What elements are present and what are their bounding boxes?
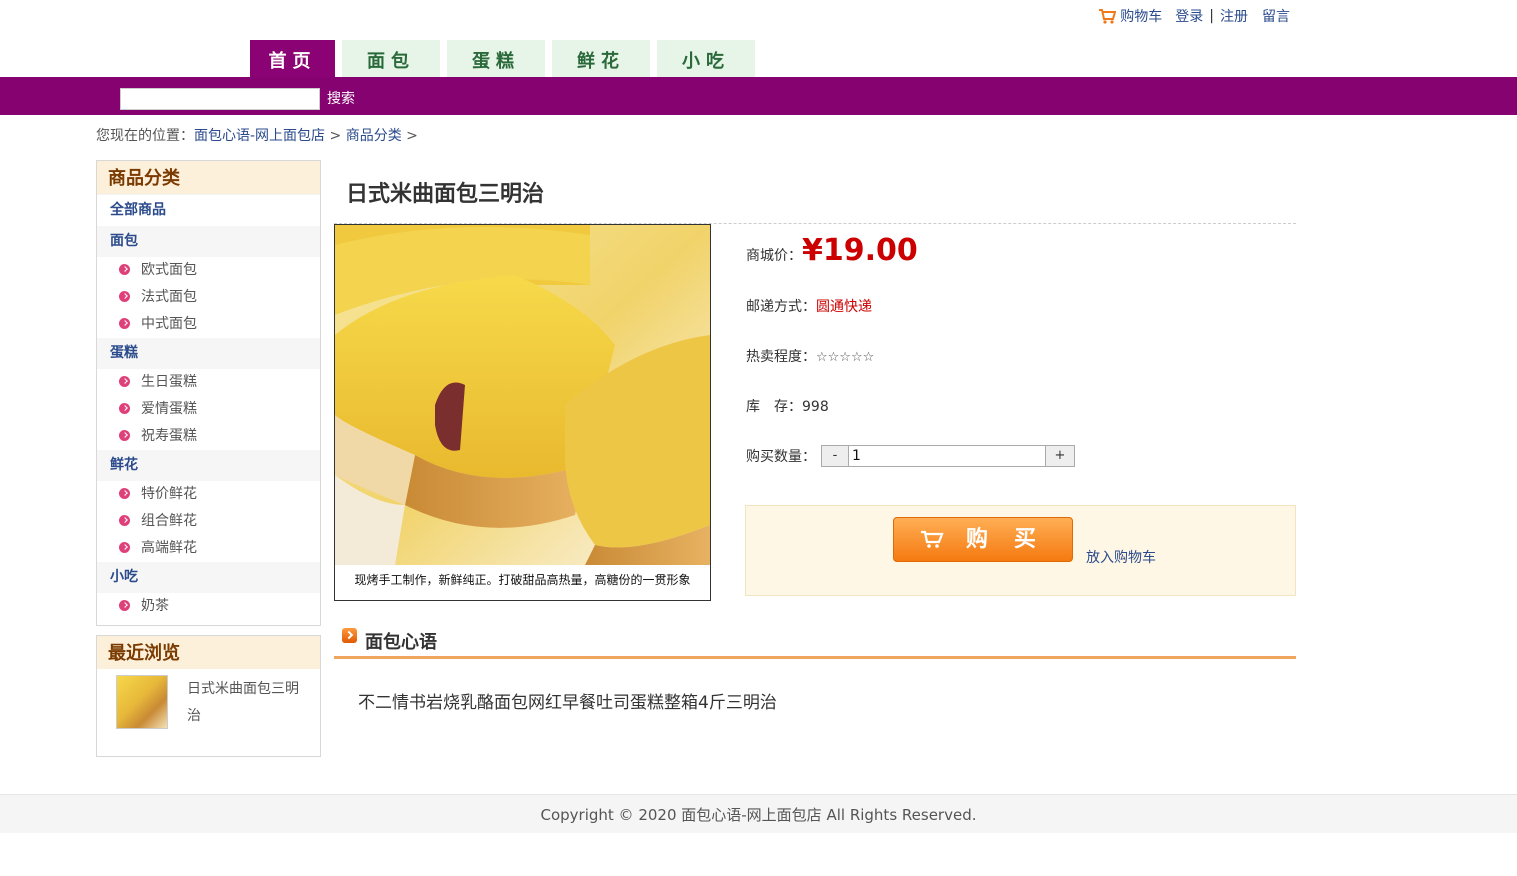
tab-cake[interactable]: 蛋糕 (447, 40, 545, 77)
product-photo (335, 225, 710, 565)
popularity-label: 热卖程度： (746, 349, 816, 365)
recent-item-thumbnail[interactable] (116, 675, 168, 729)
popularity-row: 热卖程度：☆☆☆☆☆ (746, 346, 874, 366)
category-item-label: 欧式面包 (141, 262, 197, 278)
category-item[interactable]: 欧式面包 (97, 257, 320, 284)
bullet-arrow-icon (119, 318, 130, 329)
category-item[interactable]: 爱情蛋糕 (97, 396, 320, 423)
breadcrumb-home[interactable]: 面包心语-网上面包店 (194, 128, 325, 144)
shopping-cart-icon (1099, 9, 1117, 24)
breadcrumb-separator: > (329, 128, 342, 144)
price-value: ¥19.00 (802, 233, 918, 268)
shipping-row: 邮递方式：圆通快递 (746, 296, 872, 316)
stock-value: 998 (802, 399, 829, 415)
product-title: 日式米曲面包三明治 (346, 182, 545, 207)
stock-row: 库 存：998 (746, 396, 829, 416)
buy-button-label: 购买 (966, 527, 1063, 552)
category-item-label: 高端鲜花 (141, 540, 197, 556)
login-link[interactable]: 登录 (1175, 6, 1203, 26)
breadcrumb-category[interactable]: 商品分类 (346, 128, 402, 144)
category-all[interactable]: 全部商品 (97, 194, 320, 226)
bullet-arrow-icon (119, 600, 130, 611)
category-title: 商品分类 (97, 161, 320, 194)
price-label: 商城价： (746, 248, 802, 264)
category-item-label: 爱情蛋糕 (141, 401, 197, 417)
section-title: 面包心语 (365, 632, 437, 653)
category-group-bread[interactable]: 面包 (97, 226, 320, 257)
section-arrow-icon (342, 628, 357, 643)
tab-bread[interactable]: 面包 (342, 40, 440, 77)
price-row: 商城价：¥19.00 (746, 233, 918, 268)
breadcrumb: 您现在的位置：面包心语-网上面包店 > 商品分类 > (96, 125, 418, 145)
quantity-label: 购买数量： (746, 449, 816, 465)
category-item-label: 法式面包 (141, 289, 197, 305)
category-item[interactable]: 高端鲜花 (97, 535, 320, 562)
tab-flowers[interactable]: 鲜花 (552, 40, 650, 77)
message-link[interactable]: 留言 (1262, 6, 1290, 26)
category-panel: 商品分类 全部商品 面包 欧式面包 法式面包 中式面包 蛋糕 生日蛋糕 爱情蛋糕… (96, 160, 321, 626)
category-item[interactable]: 法式面包 (97, 284, 320, 311)
recent-title: 最近浏览 (97, 636, 320, 669)
recent-item-link[interactable]: 日式米曲面包三明治 (187, 676, 312, 730)
search-input[interactable] (120, 88, 320, 110)
product-image (334, 224, 711, 601)
category-item-label: 奶茶 (141, 598, 169, 614)
category-item[interactable]: 组合鲜花 (97, 508, 320, 535)
category-item[interactable]: 奶茶 (97, 593, 320, 620)
product-image-caption: 现烤手工制作，新鲜纯正。打破甜品高热量，高糖份的一贯形象 (354, 573, 691, 587)
category-item[interactable]: 特价鲜花 (97, 481, 320, 508)
link-separator: | (1209, 8, 1214, 24)
top-links: 购物车 登录 | 注册 留言 (1098, 6, 1290, 26)
section-divider (334, 656, 1296, 659)
shipping-value: 圆通快递 (816, 299, 872, 315)
category-item-label: 祝寿蛋糕 (141, 428, 197, 444)
footer-copyright: Copyright © 2020 面包心语-网上面包店 All Rights R… (0, 794, 1517, 833)
category-item-label: 组合鲜花 (141, 513, 197, 529)
bullet-arrow-icon (119, 376, 130, 387)
cart-icon (921, 530, 944, 548)
quantity-increase-button[interactable]: + (1045, 445, 1075, 467)
product-description: 不二情书岩烧乳酪面包网红早餐吐司蛋糕整箱4斤三明治 (358, 693, 777, 713)
tab-snacks[interactable]: 小吃 (657, 40, 755, 77)
category-item[interactable]: 生日蛋糕 (97, 369, 320, 396)
bullet-arrow-icon (119, 430, 130, 441)
quantity-decrease-button[interactable]: - (821, 445, 849, 467)
breadcrumb-prefix: 您现在的位置： (96, 128, 194, 144)
category-item[interactable]: 中式面包 (97, 311, 320, 338)
breadcrumb-separator: > (406, 128, 418, 144)
tab-home[interactable]: 首页 (250, 40, 335, 77)
add-to-cart-link[interactable]: 放入购物车 (1086, 547, 1156, 567)
bullet-arrow-icon (119, 488, 130, 499)
category-group-cake[interactable]: 蛋糕 (97, 338, 320, 369)
star-rating: ☆☆☆☆☆ (816, 350, 875, 365)
recent-panel: 最近浏览 日式米曲面包三明治 (96, 635, 321, 757)
category-item-label: 中式面包 (141, 316, 197, 332)
category-group-snacks[interactable]: 小吃 (97, 562, 320, 593)
shipping-label: 邮递方式： (746, 299, 816, 315)
search-button[interactable]: 搜索 (327, 89, 355, 109)
register-link[interactable]: 注册 (1220, 6, 1248, 26)
buy-button[interactable]: 购买 (893, 517, 1073, 562)
stock-label: 库 存： (746, 399, 802, 415)
category-item-label: 特价鲜花 (141, 486, 197, 502)
category-group-flowers[interactable]: 鲜花 (97, 450, 320, 481)
bullet-arrow-icon (119, 403, 130, 414)
category-item-label: 生日蛋糕 (141, 374, 197, 390)
bullet-arrow-icon (119, 542, 130, 553)
quantity-input[interactable]: 1 (848, 445, 1049, 467)
bullet-arrow-icon (119, 515, 130, 526)
bullet-arrow-icon (119, 291, 130, 302)
category-item[interactable]: 祝寿蛋糕 (97, 423, 320, 450)
bullet-arrow-icon (119, 264, 130, 275)
cart-link[interactable]: 购物车 (1120, 6, 1162, 26)
